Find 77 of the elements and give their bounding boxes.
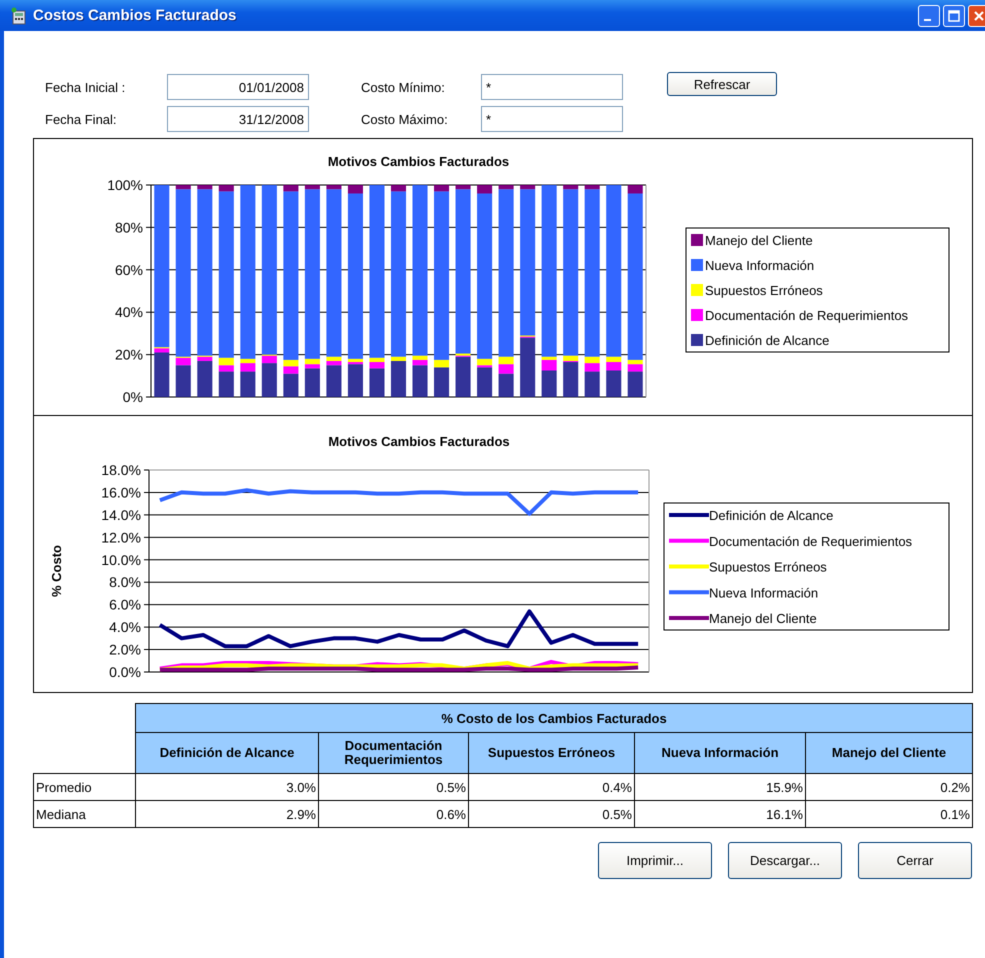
axis-tick-label: 10.0% (101, 552, 141, 568)
legend-label: Documentación de Requerimientos (709, 534, 912, 549)
action-button[interactable]: Imprimir... (598, 842, 712, 879)
maximize-icon (948, 10, 960, 22)
field-label: Fecha Final: (45, 112, 118, 126)
axis-tick-label: 20% (114, 346, 143, 363)
column-header: Supuestos Erróneos (468, 732, 634, 774)
legend-label: Manejo del Cliente (709, 611, 817, 626)
legend-label: Nueva Información (709, 585, 818, 600)
legend-label: Documentación de Requerimientos (705, 308, 908, 323)
chart-title: Motivos Cambios Facturados (328, 154, 510, 169)
axis-tick-label: 40% (114, 304, 143, 320)
column-header: Definición de Alcance (136, 732, 318, 774)
input-field[interactable]: 31/12/2008 (167, 106, 309, 132)
column-header: Nueva Información (634, 732, 806, 774)
table-cell: 2.9% (136, 800, 318, 828)
axis-tick-label: 80% (114, 219, 143, 236)
table-cell: 0.5% (318, 774, 468, 800)
legend-swatch (691, 309, 703, 321)
close-icon (973, 10, 985, 22)
refresh-button[interactable]: Refrescar (667, 72, 777, 96)
row-label: Promedio (34, 774, 136, 800)
table-cell: 0.1% (806, 800, 972, 828)
minimize-button[interactable] (918, 4, 940, 26)
minimize-icon (924, 19, 931, 21)
table-cell: 3.0% (136, 774, 318, 800)
axis-tick-label: 8.0% (109, 574, 141, 590)
field-label: Fecha Inicial : (45, 80, 126, 94)
input-field[interactable]: * (481, 74, 623, 100)
column-header: Documentación Requerimientos (318, 732, 468, 774)
field-label: Costo Mínimo: (361, 80, 446, 94)
legend-swatch (691, 259, 703, 271)
axis-tick-label: 6.0% (109, 596, 141, 613)
table-cell: 0.2% (806, 774, 972, 800)
legend-label: Supuestos Erróneos (709, 560, 827, 574)
maximize-button[interactable] (943, 4, 965, 26)
legend-label: Definición de Alcance (709, 508, 834, 523)
legend-label: Supuestos Erróneos (705, 283, 823, 298)
window-title: Costos Cambios Facturados (33, 7, 236, 24)
axis-tick-label: 0.0% (109, 664, 141, 680)
input-field[interactable]: 01/01/2008 (167, 74, 309, 100)
legend-line-icon (669, 513, 709, 517)
action-button[interactable]: Descargar... (728, 842, 842, 879)
legend-line-icon (669, 564, 709, 568)
legend-label: Nueva Información (705, 258, 814, 273)
field-label: Costo Máximo: (361, 112, 449, 126)
axis-tick-label: 100% (107, 177, 143, 193)
calculator-icon (10, 6, 28, 24)
axis-title: % Costo (49, 545, 64, 597)
table-cell: 15.9% (634, 774, 806, 800)
legend-swatch (691, 284, 703, 296)
axis-tick-label: 4.0% (109, 619, 141, 636)
row-label: Mediana (34, 800, 136, 828)
chart-title: Motivos Cambios Facturados (328, 434, 510, 449)
table-cell: 0.5% (468, 800, 634, 828)
axis-tick-label: 14.0% (101, 506, 141, 523)
legend-swatch (691, 234, 703, 246)
legend-label: Definición de Alcance (705, 333, 830, 348)
table-cell: 16.1% (634, 800, 806, 828)
legend-swatch (691, 334, 703, 346)
table-cell: 0.6% (318, 800, 468, 828)
axis-tick-label: 60% (114, 262, 143, 278)
table-title: % Costo de los Cambios Facturados (136, 704, 972, 732)
axis-tick-label: 2.0% (109, 642, 141, 658)
action-button[interactable]: Cerrar (858, 842, 972, 879)
close-button[interactable] (968, 4, 985, 26)
axis-tick-label: 12.0% (101, 529, 141, 546)
legend-label: Manejo del Cliente (705, 233, 813, 248)
axis-tick-label: 16.0% (101, 484, 141, 500)
legend-line-icon (669, 590, 709, 594)
input-field[interactable]: * (481, 106, 623, 132)
legend-line-icon (669, 616, 709, 620)
axis-tick-label: 18.0% (101, 462, 141, 478)
column-header: Manejo del Cliente (806, 732, 972, 774)
table-cell: 0.4% (468, 774, 634, 800)
axis-tick-label: 0% (122, 389, 143, 405)
legend-line-icon (669, 538, 709, 543)
